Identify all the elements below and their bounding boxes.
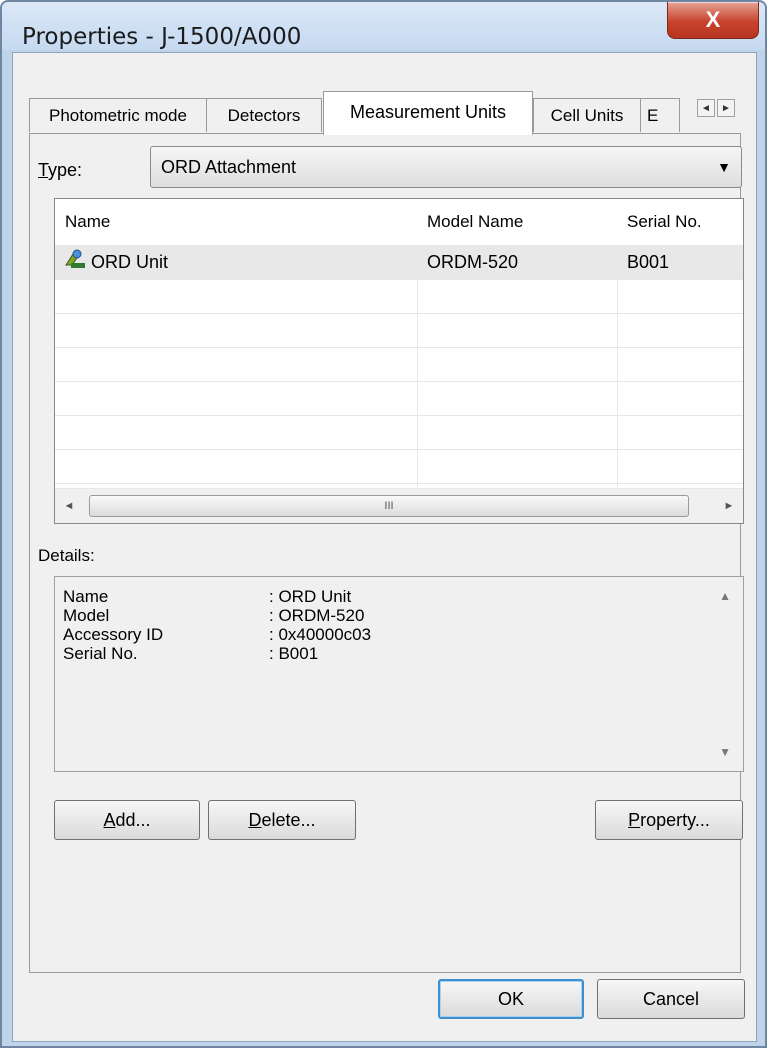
- list-header: Name Model Name Serial No.: [55, 199, 743, 246]
- delete-button[interactable]: Delete...: [208, 800, 356, 840]
- close-button[interactable]: X: [667, 2, 759, 39]
- scroll-left-icon[interactable]: ◄: [59, 495, 79, 517]
- detail-value-name: : ORD Unit: [269, 587, 352, 606]
- column-header-name[interactable]: Name: [55, 199, 417, 245]
- add-label: dd...: [115, 810, 151, 830]
- detail-key-serial-no: Serial No.: [63, 644, 138, 663]
- property-label: roperty...: [640, 810, 710, 830]
- column-header-model-name[interactable]: Model Name: [417, 199, 617, 245]
- title-bar[interactable]: Properties - J-1500/A000 X: [2, 2, 765, 50]
- cancel-button[interactable]: Cancel: [597, 979, 745, 1019]
- detail-value-accessory-id: : 0x40000c03: [269, 625, 372, 644]
- empty-row: [55, 449, 743, 484]
- type-label-text: ype:: [48, 160, 83, 180]
- properties-window: Properties - J-1500/A000 X Photometric m…: [0, 0, 767, 1048]
- row-name-text: ORD Unit: [91, 252, 169, 272]
- type-dropdown-value: ORD Attachment: [161, 157, 297, 177]
- scroll-thumb[interactable]: III: [89, 495, 689, 517]
- type-label-mnemonic: T: [38, 160, 49, 180]
- scroll-down-icon[interactable]: ▼: [719, 745, 731, 759]
- property-mnemonic: P: [628, 810, 641, 830]
- tab-photometric-mode[interactable]: Photometric mode: [29, 98, 207, 132]
- empty-row: [55, 313, 743, 348]
- empty-row: [55, 415, 743, 450]
- tab-detectors[interactable]: Detectors: [206, 98, 322, 132]
- empty-row: [55, 381, 743, 416]
- row-model-cell: ORDM-520: [427, 252, 519, 272]
- tab-scroll-left-button[interactable]: ◄: [697, 99, 715, 117]
- ord-unit-icon: [63, 246, 87, 280]
- add-mnemonic: A: [103, 810, 116, 830]
- ok-button[interactable]: OK: [438, 979, 584, 1019]
- tab-label: Measurement Units: [349, 102, 507, 122]
- table-row[interactable]: ORD Unit ORDM-520 B001: [55, 245, 743, 280]
- accessory-list[interactable]: Name Model Name Serial No. ORD Unit ORDM…: [54, 198, 744, 524]
- detail-key-accessory-id: Accessory ID: [63, 625, 164, 644]
- window-title: Properties - J-1500/A000: [22, 24, 302, 50]
- tab-cell-units[interactable]: Cell Units: [533, 98, 641, 132]
- type-dropdown[interactable]: ORD Attachment ▼: [150, 146, 742, 188]
- delete-mnemonic: D: [248, 810, 262, 830]
- delete-label: elete...: [261, 810, 316, 830]
- column-divider: [617, 245, 618, 489]
- tab-label: Cell Units: [550, 106, 624, 125]
- tab-label: E: [647, 106, 659, 125]
- row-serial-cell: B001: [627, 252, 670, 272]
- column-header-serial-no[interactable]: Serial No.: [617, 199, 743, 245]
- row-name-cell: ORD Unit: [55, 245, 417, 279]
- scroll-right-icon[interactable]: ►: [719, 495, 739, 517]
- tab-e-truncated[interactable]: E: [640, 98, 680, 132]
- tab-scroll-right-button[interactable]: ►: [717, 99, 735, 117]
- detail-value-model: : ORDM-520: [269, 606, 365, 625]
- type-label: Type:: [38, 160, 82, 181]
- horizontal-scrollbar[interactable]: ◄ III ►: [55, 488, 743, 523]
- tab-label: Photometric mode: [49, 106, 187, 125]
- column-divider: [417, 245, 418, 489]
- empty-row: [55, 347, 743, 382]
- empty-row: [55, 279, 743, 314]
- tab-label: Detectors: [227, 106, 301, 125]
- details-textbox[interactable]: Name : ORD Unit Model : ORDM-520 Accesso…: [54, 576, 744, 772]
- tab-measurement-units[interactable]: Measurement Units: [323, 91, 533, 135]
- details-label: Details:: [38, 546, 95, 565]
- add-button[interactable]: Add...: [54, 800, 200, 840]
- detail-value-serial-no: : B001: [269, 644, 319, 663]
- scroll-up-icon[interactable]: ▲: [719, 589, 731, 603]
- property-button[interactable]: Property...: [595, 800, 743, 840]
- chevron-down-icon: ▼: [717, 159, 731, 175]
- detail-key-name: Name: [63, 587, 109, 606]
- detail-key-model: Model: [63, 606, 110, 625]
